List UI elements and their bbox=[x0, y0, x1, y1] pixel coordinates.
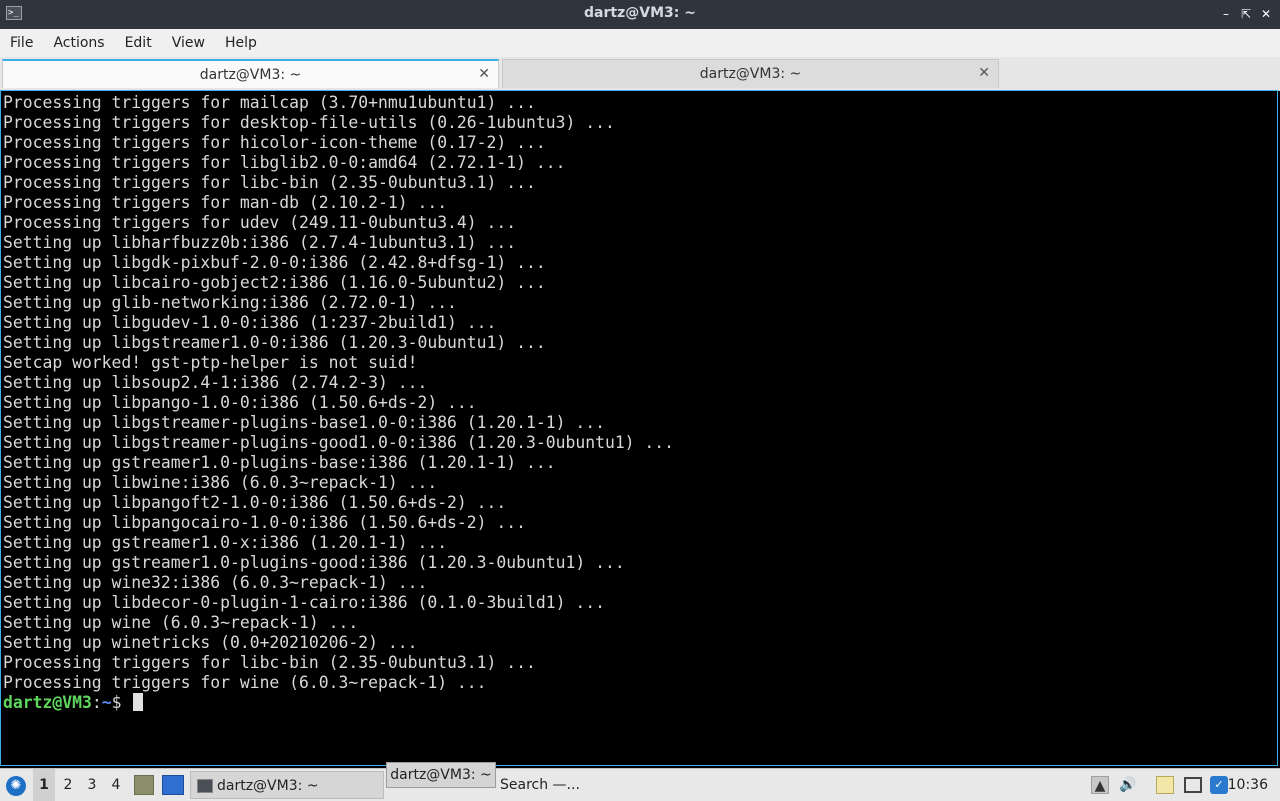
task-label: dartz@VM3: ~ bbox=[217, 778, 319, 794]
tab-terminal-2[interactable]: dartz@VM3: ~ ✕ bbox=[502, 59, 999, 88]
terminal-line: Setting up gstreamer1.0-plugins-base:i38… bbox=[3, 453, 556, 472]
terminal-line: Processing triggers for desktop-file-uti… bbox=[3, 113, 615, 132]
terminal-line: Processing triggers for libglib2.0-0:amd… bbox=[3, 153, 566, 172]
terminal-line: Setting up wine32:i386 (6.0.3~repack-1) … bbox=[3, 573, 428, 592]
terminal-line: Setting up libdecor-0-plugin-1-cairo:i38… bbox=[3, 593, 605, 612]
menu-view[interactable]: View bbox=[162, 29, 215, 57]
terminal-line: Setting up libgdk-pixbuf-2.0-0:i386 (2.4… bbox=[3, 253, 546, 272]
workspace-3[interactable]: 3 bbox=[81, 769, 103, 801]
updates-icon[interactable]: ✓ bbox=[1210, 776, 1228, 794]
terminal-line: Processing triggers for mailcap (3.70+nm… bbox=[3, 93, 536, 112]
clipboard-icon[interactable] bbox=[1156, 776, 1174, 794]
window-titlebar: >_ dartz@VM3: ~ – ⇱ ✕ bbox=[0, 0, 1280, 29]
maximize-icon[interactable]: ⇱ bbox=[1238, 6, 1254, 22]
terminal-line: Processing triggers for udev (249.11-0ub… bbox=[3, 213, 517, 232]
terminal-line: Processing triggers for libc-bin (2.35-0… bbox=[3, 653, 536, 672]
taskbar: ✺ 1 2 3 4 dartz@VM3: ~ Search —... ▲ 🔊 ✓… bbox=[0, 768, 1280, 801]
menu-file[interactable]: File bbox=[0, 29, 43, 57]
menu-bar: File Actions Edit View Help bbox=[0, 29, 1280, 57]
terminal-line: Processing triggers for man-db (2.10.2-1… bbox=[3, 193, 448, 212]
terminal-line: Setting up libpangoft2-1.0-0:i386 (1.50.… bbox=[3, 493, 507, 512]
prompt-symbol: $ bbox=[111, 693, 132, 712]
volume-icon[interactable]: 🔊 bbox=[1119, 776, 1137, 794]
prompt-separator: : bbox=[91, 693, 102, 712]
tab-close-icon[interactable]: ✕ bbox=[978, 65, 990, 81]
terminal-output: Processing triggers for mailcap (3.70+nm… bbox=[3, 93, 674, 713]
lubuntu-start-icon[interactable]: ✺ bbox=[6, 776, 26, 796]
workspace-2[interactable]: 2 bbox=[57, 769, 79, 801]
terminal-line: Setting up libsoup2.4-1:i386 (2.74.2-3) … bbox=[3, 373, 428, 392]
window-title: dartz@VM3: ~ bbox=[584, 5, 696, 21]
minimize-icon[interactable]: – bbox=[1218, 6, 1234, 22]
terminal-line: Setcap worked! gst-ptp-helper is not sui… bbox=[3, 353, 418, 372]
terminal-line: Processing triggers for hicolor-icon-the… bbox=[3, 133, 546, 152]
terminal-view[interactable]: Processing triggers for mailcap (3.70+nm… bbox=[0, 90, 1278, 766]
terminal-line: Setting up libgstreamer-plugins-base1.0-… bbox=[3, 413, 605, 432]
terminal-line: Setting up libcairo-gobject2:i386 (1.16.… bbox=[3, 273, 546, 292]
desktop-icon[interactable] bbox=[162, 775, 184, 795]
tab-label: dartz@VM3: ~ bbox=[699, 66, 802, 82]
taskbar-tooltip: dartz@VM3: ~ bbox=[386, 762, 496, 788]
tab-bar: dartz@VM3: ~ ✕ dartz@VM3: ~ ✕ bbox=[0, 57, 1280, 91]
terminal-line: Setting up libpango-1.0-0:i386 (1.50.6+d… bbox=[3, 393, 477, 412]
taskbar-terminal-button[interactable]: dartz@VM3: ~ bbox=[190, 771, 384, 799]
workspace-1[interactable]: 1 bbox=[33, 769, 55, 801]
terminal-line: Setting up wine (6.0.3~repack-1) ... bbox=[3, 613, 359, 632]
terminal-line: Setting up glib-networking:i386 (2.72.0-… bbox=[3, 293, 457, 312]
terminal-line: Processing triggers for wine (6.0.3~repa… bbox=[3, 673, 487, 692]
tab-terminal-1[interactable]: dartz@VM3: ~ ✕ bbox=[2, 59, 499, 88]
tab-label: dartz@VM3: ~ bbox=[199, 67, 302, 83]
terminal-line: Setting up libgstreamer-plugins-good1.0-… bbox=[3, 433, 675, 452]
terminal-icon bbox=[197, 779, 213, 793]
terminal-line: Setting up libpangocairo-1.0-0:i386 (1.5… bbox=[3, 513, 527, 532]
prompt-user-host: dartz@VM3 bbox=[3, 693, 92, 712]
terminal-line: Setting up winetricks (0.0+20210206-2) .… bbox=[3, 633, 418, 652]
close-icon[interactable]: ✕ bbox=[1258, 6, 1274, 22]
terminal-line: Processing triggers for libc-bin (2.35-0… bbox=[3, 173, 536, 192]
upload-icon[interactable]: ▲ bbox=[1091, 776, 1109, 794]
prompt-path: ~ bbox=[101, 693, 112, 712]
menu-actions[interactable]: Actions bbox=[43, 29, 114, 57]
terminal-prompt: dartz@VM3:~$ bbox=[3, 693, 674, 713]
terminal-line: Setting up libgstreamer1.0-0:i386 (1.20.… bbox=[3, 333, 546, 352]
terminal-line: Setting up gstreamer1.0-plugins-good:i38… bbox=[3, 553, 625, 572]
file-manager-icon[interactable] bbox=[134, 775, 154, 795]
menu-help[interactable]: Help bbox=[215, 29, 267, 57]
network-icon[interactable] bbox=[1184, 777, 1202, 793]
clock: 10:36 bbox=[1227, 777, 1268, 793]
menu-edit[interactable]: Edit bbox=[115, 29, 162, 57]
terminal-line: Setting up libharfbuzz0b:i386 (2.7.4-1ub… bbox=[3, 233, 517, 252]
search-button[interactable]: Search —... bbox=[500, 769, 580, 801]
terminal-cursor bbox=[133, 693, 144, 711]
terminal-line: Setting up libwine:i386 (6.0.3~repack-1)… bbox=[3, 473, 438, 492]
tab-close-icon[interactable]: ✕ bbox=[478, 66, 490, 82]
terminal-line: Setting up libgudev-1.0-0:i386 (1:237-2b… bbox=[3, 313, 497, 332]
workspace-4[interactable]: 4 bbox=[105, 769, 127, 801]
terminal-line: Setting up gstreamer1.0-x:i386 (1.20.1-1… bbox=[3, 533, 448, 552]
